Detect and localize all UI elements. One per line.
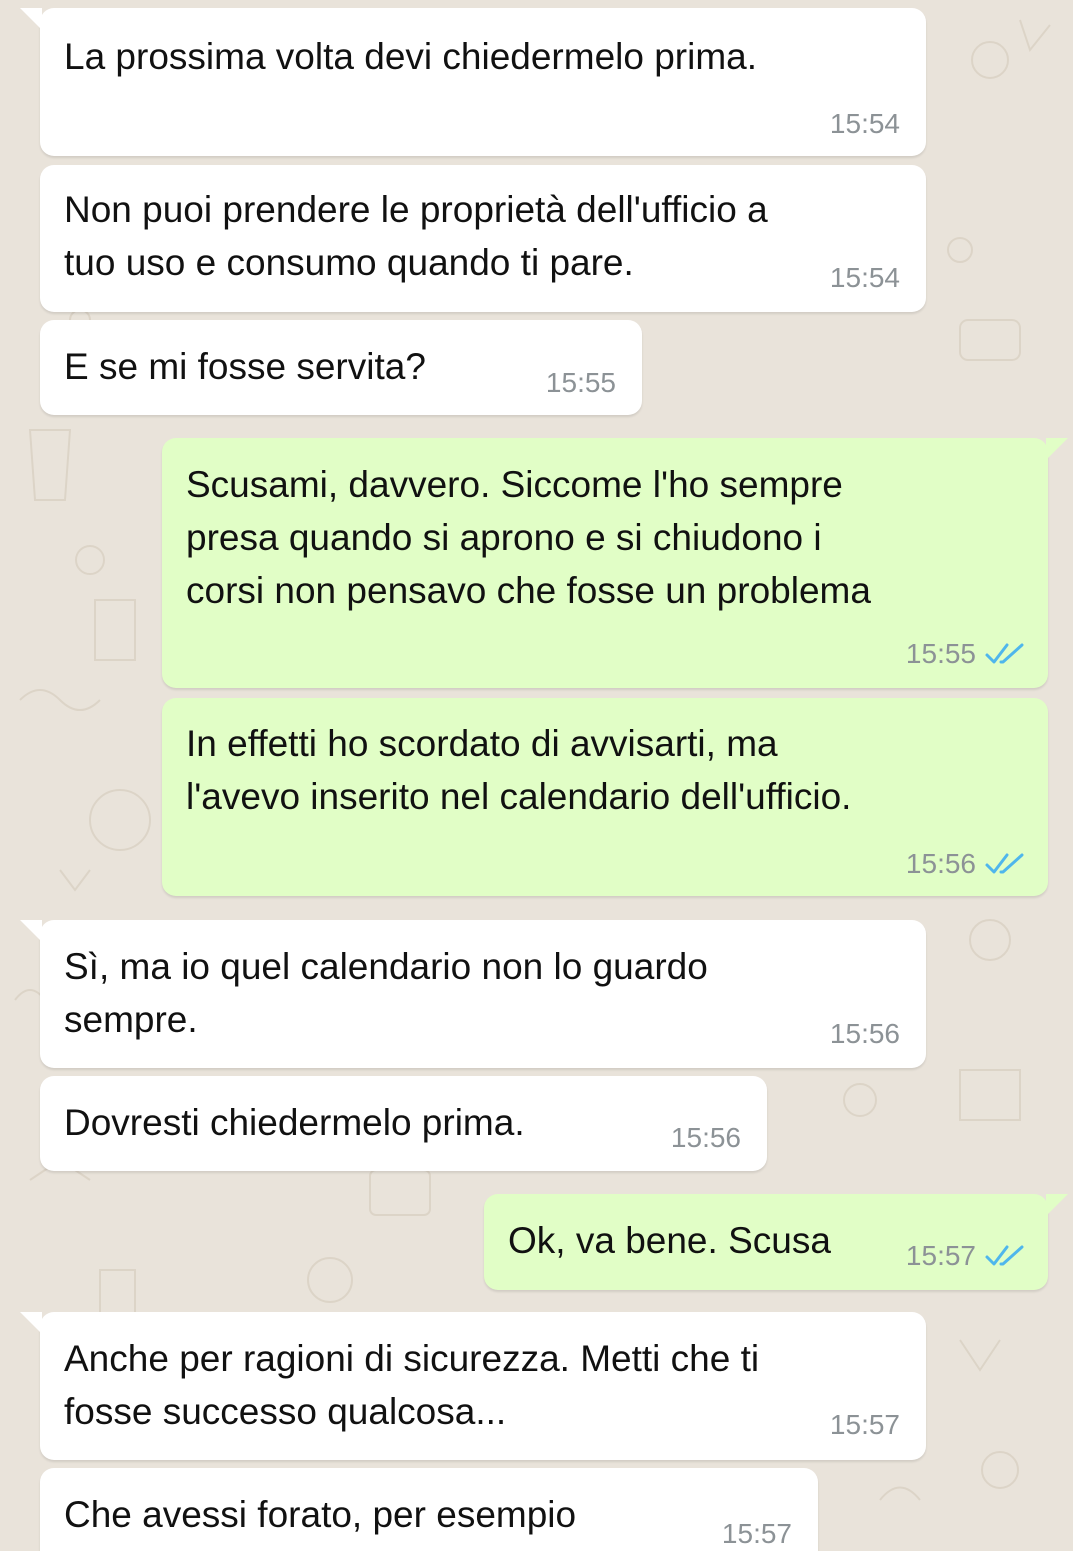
message-timestamp: 15:54: [829, 262, 900, 293]
incoming-message[interactable]: Dovresti chiedermelo prima. 15:56: [40, 1076, 767, 1171]
message-timestamp: 15:57: [721, 1518, 792, 1549]
message-timestamp: 15:54: [829, 108, 900, 139]
incoming-message[interactable]: Che avessi forato, per esempio 15:57: [40, 1468, 818, 1551]
message-text: fosse successo qualcosa...: [64, 1391, 507, 1432]
message-text: E se mi fosse servita?: [64, 346, 426, 387]
message-text: tuo uso e consumo quando ti pare.: [64, 242, 634, 283]
message-timestamp: 15:57: [829, 1409, 900, 1440]
incoming-message[interactable]: Anche per ragioni di sicurezza. Metti ch…: [20, 1312, 926, 1460]
message-timestamp: 15:56: [829, 1018, 900, 1049]
message-text: La prossima volta devi chiedermelo prima…: [64, 36, 758, 77]
incoming-message[interactable]: Sì, ma io quel calendario non lo guardo …: [20, 920, 926, 1068]
outgoing-message[interactable]: Scusami, davvero. Siccome l'ho sempre pr…: [162, 438, 1068, 688]
double-check-read-icon: [985, 1245, 1024, 1266]
message-timestamp: 15:55: [905, 638, 976, 669]
message-text: corsi non pensavo che fosse un problema: [186, 570, 871, 611]
message-text: sempre.: [64, 999, 198, 1040]
incoming-message[interactable]: La prossima volta devi chiedermelo prima…: [20, 8, 926, 156]
message-timestamp: 15:56: [905, 848, 976, 879]
message-text: Sì, ma io quel calendario non lo guardo: [64, 946, 708, 987]
double-check-read-icon: [985, 643, 1024, 664]
incoming-message[interactable]: Non puoi prendere le proprietà dell'uffi…: [40, 165, 926, 312]
message-timestamp: 15:55: [545, 367, 616, 398]
outgoing-message[interactable]: Ok, va bene. Scusa 15:57: [484, 1194, 1068, 1290]
message-text: l'avevo inserito nel calendario dell'uff…: [186, 776, 852, 817]
message-text: In effetti ho scordato di avvisarti, ma: [186, 723, 778, 764]
message-text: Scusami, davvero. Siccome l'ho sempre: [186, 464, 843, 505]
message-text: Non puoi prendere le proprietà dell'uffi…: [64, 189, 768, 230]
message-text: Anche per ragioni di sicurezza. Metti ch…: [64, 1338, 760, 1379]
double-check-read-icon: [985, 853, 1024, 874]
message-timestamp: 15:56: [670, 1122, 741, 1153]
message-text: Dovresti chiedermelo prima.: [64, 1102, 525, 1143]
message-text: Che avessi forato, per esempio: [64, 1494, 577, 1535]
message-text: Ok, va bene. Scusa: [508, 1220, 831, 1261]
incoming-message[interactable]: E se mi fosse servita? 15:55: [40, 320, 642, 415]
message-timestamp: 15:57: [905, 1240, 976, 1271]
message-text: presa quando si aprono e si chiudono i: [186, 517, 822, 558]
outgoing-message[interactable]: In effetti ho scordato di avvisarti, ma …: [162, 698, 1048, 896]
chat-conversation[interactable]: La prossima volta devi chiedermelo prima…: [0, 0, 1073, 1551]
